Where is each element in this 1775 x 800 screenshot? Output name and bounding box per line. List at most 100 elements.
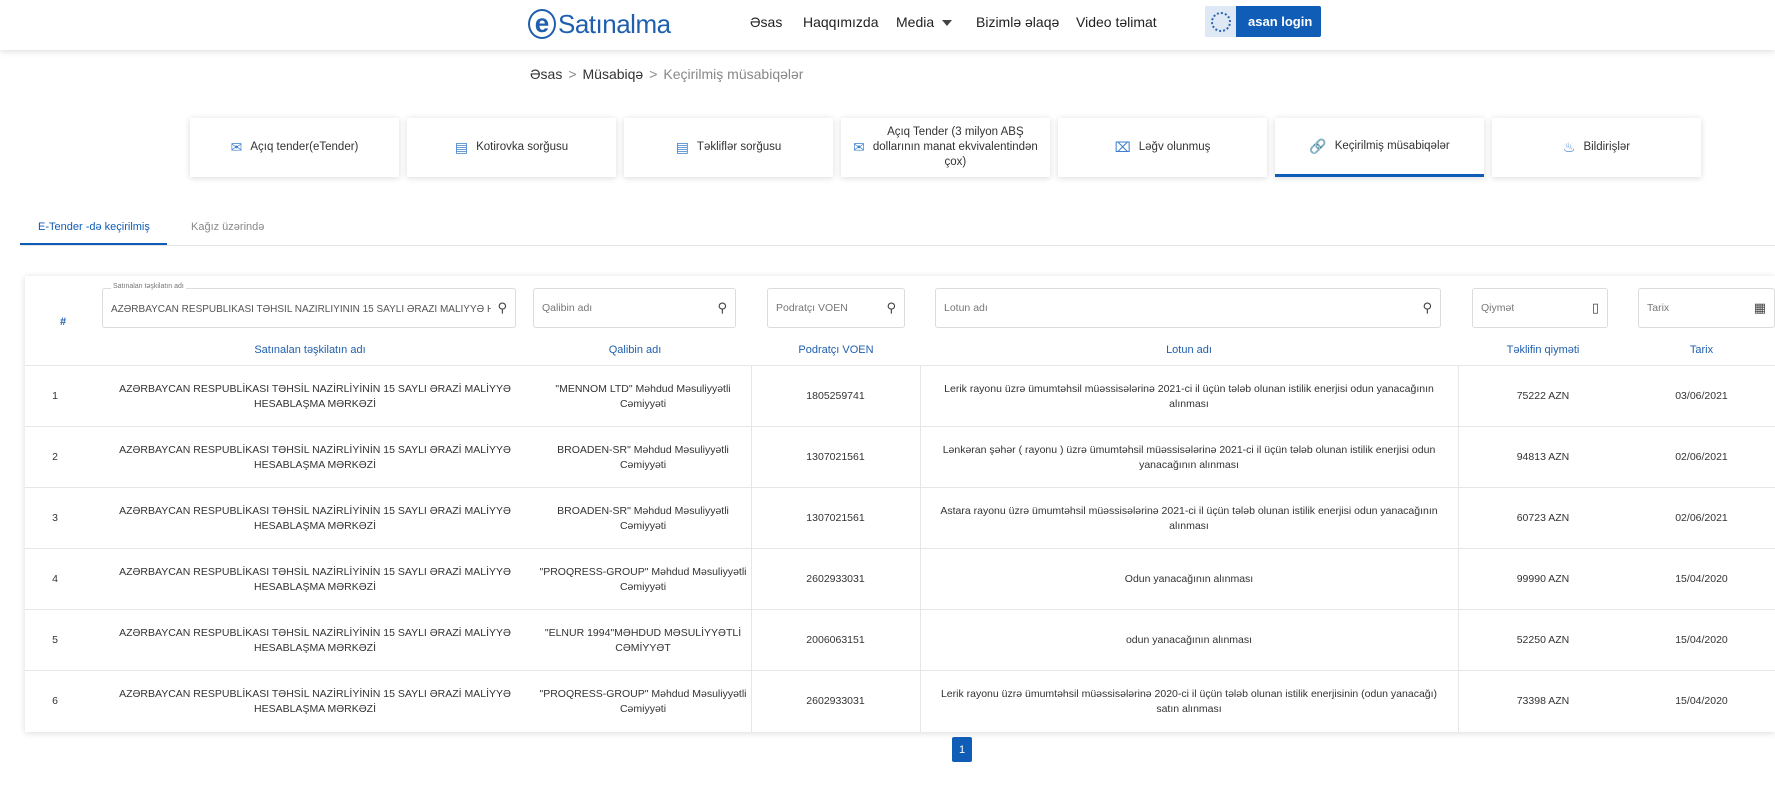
breadcrumb: Əsas > Müsabiqə > Keçirilmiş müsabiqələr [530,66,803,82]
search-icon[interactable]: ⚲ [717,300,727,316]
date-filter-input[interactable]: Tarix ▦ [1638,288,1775,328]
card-label: Açıq tender(eTender) [250,141,359,153]
envelope-icon: ✉ [853,139,865,155]
pagination-page-current[interactable]: 1 [952,737,972,762]
card-label: Açıq Tender (3 milyon ABŞ dollarının man… [872,126,1038,168]
category-cards: ✉ Açıq tender(eTender) ▤ Kotirovka sorğu… [190,118,1705,177]
cell-org: AZƏRBAYCAN RESPUBLİKASI TƏHSİL NAZİRLİYİ… [119,687,511,715]
col-date[interactable]: Tarix [1628,344,1775,356]
cell-winner: "PROQRESS-GROUP" Məhdud Məsuliyyətli Cəm… [539,687,747,715]
table-row[interactable]: 1 AZƏRBAYCAN RESPUBLİKASI TƏHSİL NAZİRLİ… [25,365,1775,426]
active-tab-indicator [20,243,167,245]
logo-text: Satınalma [558,8,671,39]
nav-about[interactable]: Haqqımızda [803,14,878,30]
winner-filter-input[interactable]: Qalibin adı ⚲ [533,288,736,328]
col-org[interactable]: Satınalan təşkilatın adı [85,344,535,356]
col-winner[interactable]: Qalibin adı [535,344,735,356]
spin-icon[interactable]: ▯ [1592,300,1599,316]
asan-login-label: asan login [1248,14,1313,29]
cell-winner: "MENNOM LTD" Məhdud Məsuliyyətli Cəmiyyə… [555,382,731,410]
cell-org: AZƏRBAYCAN RESPUBLİKASI TƏHSİL NAZİRLİYİ… [119,626,511,654]
subtabs: E-Tender -də keçirilmiş Kağız üzərində [20,216,1775,246]
cell-date: 15/04/2020 [1675,695,1728,707]
state-emblem-icon [1205,6,1236,37]
col-voen[interactable]: Podratçı VOEN [751,344,921,356]
cell-lot: Odun yanacağının alınması [1124,573,1254,585]
cell-lot: Lerik rayonu üzrə ümumtəhsil müəssisələr… [944,382,1434,410]
chevron-down-icon [942,20,953,27]
card-notifications[interactable]: ♨ Bildirişlər [1492,118,1701,177]
results-table: # Satınalan təşkilatın adı AZƏRBAYCAN RE… [25,276,1775,732]
tab-etender[interactable]: E-Tender -də keçirilmiş [38,221,150,233]
search-icon[interactable]: ⚲ [497,300,507,316]
col-price[interactable]: Təklifin qiyməti [1458,344,1628,356]
cell-winner: BROADEN-SR" Məhdud Məsuliyyətli Cəmiyyət… [557,443,729,471]
card-cancelled[interactable]: ⌧ Ləğv olunmuş [1058,118,1267,177]
cell-voen: 1307021561 [806,512,865,524]
cell-price: 60723 AZN [1516,512,1570,524]
table-row[interactable]: 2 AZƏRBAYCAN RESPUBLİKASI TƏHSİL NAZİRLİ… [25,426,1775,487]
cell-lot: Lerik rayonu üzrə ümumtəhsil müəssisələr… [940,687,1438,715]
cell-voen: 2602933031 [806,573,865,585]
card-quotation-request[interactable]: ▤ Kotirovka sorğusu [407,118,616,177]
price-filter-input[interactable]: Qiymət ▯ [1472,288,1608,328]
cell-winner: "ELNUR 1994"MƏHDUD MƏSULİYYƏTLİ CƏMİYYƏT [544,626,742,654]
tab-paper[interactable]: Kağız üzərində [191,221,264,233]
table-row[interactable]: 6 AZƏRBAYCAN RESPUBLİKASI TƏHSİL NAZİRLİ… [25,670,1775,731]
cell-price: 73398 AZN [1516,695,1570,707]
voen-filter-placeholder: Podratçı VOEN [776,302,848,314]
nav-home[interactable]: Əsas [750,14,782,30]
asan-login-button[interactable]: asan login [1205,6,1321,37]
table-row[interactable]: 5 AZƏRBAYCAN RESPUBLİKASI TƏHSİL NAZİRLİ… [25,609,1775,670]
breadcrumb-home[interactable]: Əsas [530,66,562,82]
cell-org: AZƏRBAYCAN RESPUBLİKASI TƏHSİL NAZİRLİYİ… [119,504,511,532]
bell-icon: ♨ [1562,139,1576,155]
search-icon[interactable]: ⚲ [886,300,896,316]
logo-e-icon: e [528,9,556,39]
breadcrumb-current: Keçirilmiş müsabiqələr [663,66,804,82]
cell-org: AZƏRBAYCAN RESPUBLİKASI TƏHSİL NAZİRLİYİ… [119,443,511,471]
col-lot[interactable]: Lotun adı [920,344,1458,356]
nav-media[interactable]: Media [896,14,953,30]
card-completed-contests[interactable]: 🔗 Keçirilmiş müsabiqələr [1275,118,1484,177]
calendar-icon[interactable]: ▦ [1754,300,1766,316]
org-filter-input[interactable]: Satınalan təşkilatın adı AZƏRBAYCAN RESP… [102,283,516,328]
cell-number: 6 [52,695,58,707]
top-navbar: e Satınalma Əsas Haqqımızda Media Biziml… [0,0,1775,50]
cell-voen: 1307021561 [806,451,865,463]
card-proposal-request[interactable]: ▤ Təkliflər sorğusu [624,118,833,177]
card-open-tender-large[interactable]: ✉ Açıq Tender (3 milyon ABŞ dollarının m… [841,118,1050,177]
table-row[interactable]: 4 AZƏRBAYCAN RESPUBLİKASI TƏHSİL NAZİRLİ… [25,548,1775,609]
site-logo[interactable]: e Satınalma [528,7,671,41]
cell-lot: Astara rayonu üzrə ümumtəhsil müəssisələ… [940,504,1438,532]
cell-date: 15/04/2020 [1675,634,1728,646]
link-icon: 🔗 [1309,137,1327,154]
lot-filter-input[interactable]: Lotun adı ⚲ [935,288,1441,328]
card-open-tender[interactable]: ✉ Açıq tender(eTender) [190,118,399,177]
card-label: Kotirovka sorğusu [476,141,569,153]
cell-date: 03/06/2021 [1675,390,1728,402]
nav-contact[interactable]: Bizimlə əlaqə [976,14,1059,30]
date-filter-placeholder: Tarix [1647,302,1670,314]
nav-media-label: Media [896,14,935,30]
close-icon: ⌧ [1114,139,1131,155]
table-row[interactable]: 3 AZƏRBAYCAN RESPUBLİKASI TƏHSİL NAZİRLİ… [25,487,1775,548]
cell-price: 52250 AZN [1516,634,1570,646]
breadcrumb-section[interactable]: Müsabiqə [583,66,644,82]
cell-winner: BROADEN-SR" Məhdud Məsuliyyətli Cəmiyyət… [557,504,729,532]
cell-price: 99990 AZN [1516,573,1570,585]
cell-number: 4 [52,573,58,585]
cell-lot: odun yanacağının alınması [1125,634,1253,646]
cell-voen: 2006063151 [806,634,865,646]
card-label: Ləğv olunmuş [1138,141,1211,153]
cell-price: 75222 AZN [1516,390,1570,402]
search-icon[interactable]: ⚲ [1422,300,1432,316]
price-filter-placeholder: Qiymət [1481,302,1515,314]
cell-org: AZƏRBAYCAN RESPUBLİKASI TƏHSİL NAZİRLİYİ… [119,565,511,593]
cell-date: 02/06/2021 [1675,451,1728,463]
nav-video-tutorial[interactable]: Video təlimat [1076,14,1157,30]
breadcrumb-separator: > [568,66,577,82]
card-label: Keçirilmiş müsabiqələr [1334,139,1450,152]
voen-filter-input[interactable]: Podratçı VOEN ⚲ [767,288,905,328]
cell-voen: 1805259741 [806,390,865,402]
